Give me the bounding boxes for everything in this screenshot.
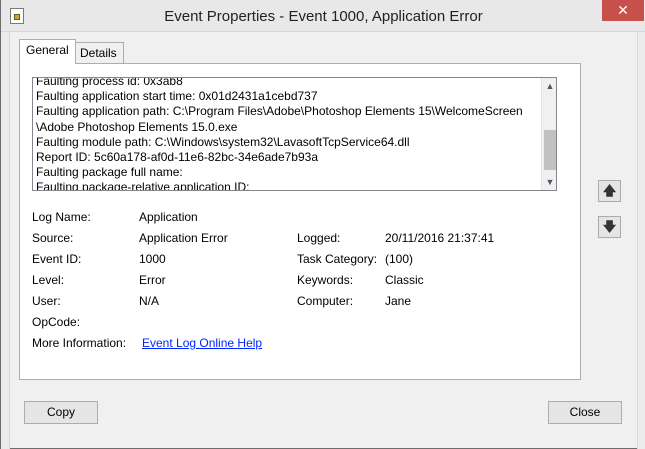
copy-button[interactable]: Copy: [24, 401, 98, 424]
event-id-label: Event ID:: [32, 252, 82, 266]
tab-details[interactable]: Details: [73, 42, 124, 63]
log-name-label: Log Name:: [32, 210, 91, 224]
scroll-up-arrow-icon[interactable]: ▲: [542, 78, 556, 94]
arrow-up-icon: 🡅: [602, 183, 617, 198]
description-line: Faulting package full name:: [36, 165, 183, 180]
level-label: Level:: [32, 273, 65, 287]
logged-label: Logged:: [297, 231, 341, 245]
keywords-value: Classic: [385, 273, 424, 287]
description-line: Report ID: 5c60a178-af0d-11e6-82bc-34e6a…: [36, 150, 318, 165]
source-label: Source:: [32, 231, 74, 245]
next-event-button[interactable]: 🡇: [598, 216, 621, 238]
description-line: Faulting application start time: 0x01d24…: [36, 89, 318, 104]
window-right-edge: [637, 32, 645, 449]
event-id-value: 1000: [139, 252, 166, 266]
keywords-label: Keywords:: [297, 273, 354, 287]
source-value: Application Error: [139, 231, 228, 245]
task-category-label: Task Category:: [297, 252, 378, 266]
event-description-box[interactable]: Faulting process id: 0x3ab8 Faulting app…: [32, 77, 557, 191]
log-name-value: Application: [139, 210, 198, 224]
description-line: Faulting package-relative application ID…: [36, 180, 250, 191]
close-button[interactable]: Close: [548, 401, 622, 424]
more-information-label: More Information:: [32, 336, 127, 350]
task-category-value: (100): [385, 252, 414, 266]
previous-event-button[interactable]: 🡅: [598, 180, 621, 202]
event-description-text: Faulting process id: 0x3ab8 Faulting app…: [36, 77, 541, 191]
window-left-edge: [1, 32, 10, 449]
logged-value: 20/11/2016 21:37:41: [385, 231, 495, 245]
scroll-down-arrow-icon[interactable]: ▼: [542, 174, 556, 190]
description-line: Faulting process id: 0x3ab8: [36, 77, 183, 88]
window-close-button[interactable]: ✕: [602, 0, 644, 21]
scroll-thumb[interactable]: [544, 130, 556, 170]
user-label: User:: [32, 294, 61, 308]
description-scrollbar[interactable]: ▲ ▼: [541, 78, 556, 190]
window-title: Event Properties - Event 1000, Applicati…: [164, 8, 483, 25]
user-value: N/A: [139, 294, 160, 308]
level-value: Error: [139, 273, 166, 287]
description-line: Faulting application path: C:\Program Fi…: [36, 104, 523, 119]
description-line: Faulting module path: C:\Windows\system3…: [36, 134, 410, 149]
description-line: \Adobe Photoshop Elements 15.0.exe: [36, 119, 238, 134]
event-log-online-help-link[interactable]: Event Log Online Help: [142, 336, 262, 350]
event-properties-window: Event Properties - Event 1000, Applicati…: [0, 0, 645, 449]
opcode-label: OpCode:: [32, 315, 81, 329]
computer-value: Jane: [385, 294, 412, 308]
arrow-down-icon: 🡇: [602, 219, 617, 234]
computer-label: Computer:: [297, 294, 354, 308]
general-panel: Faulting process id: 0x3ab8 Faulting app…: [19, 63, 581, 380]
tab-general[interactable]: General: [19, 39, 76, 64]
title-bar[interactable]: Event Properties - Event 1000, Applicati…: [1, 0, 645, 32]
